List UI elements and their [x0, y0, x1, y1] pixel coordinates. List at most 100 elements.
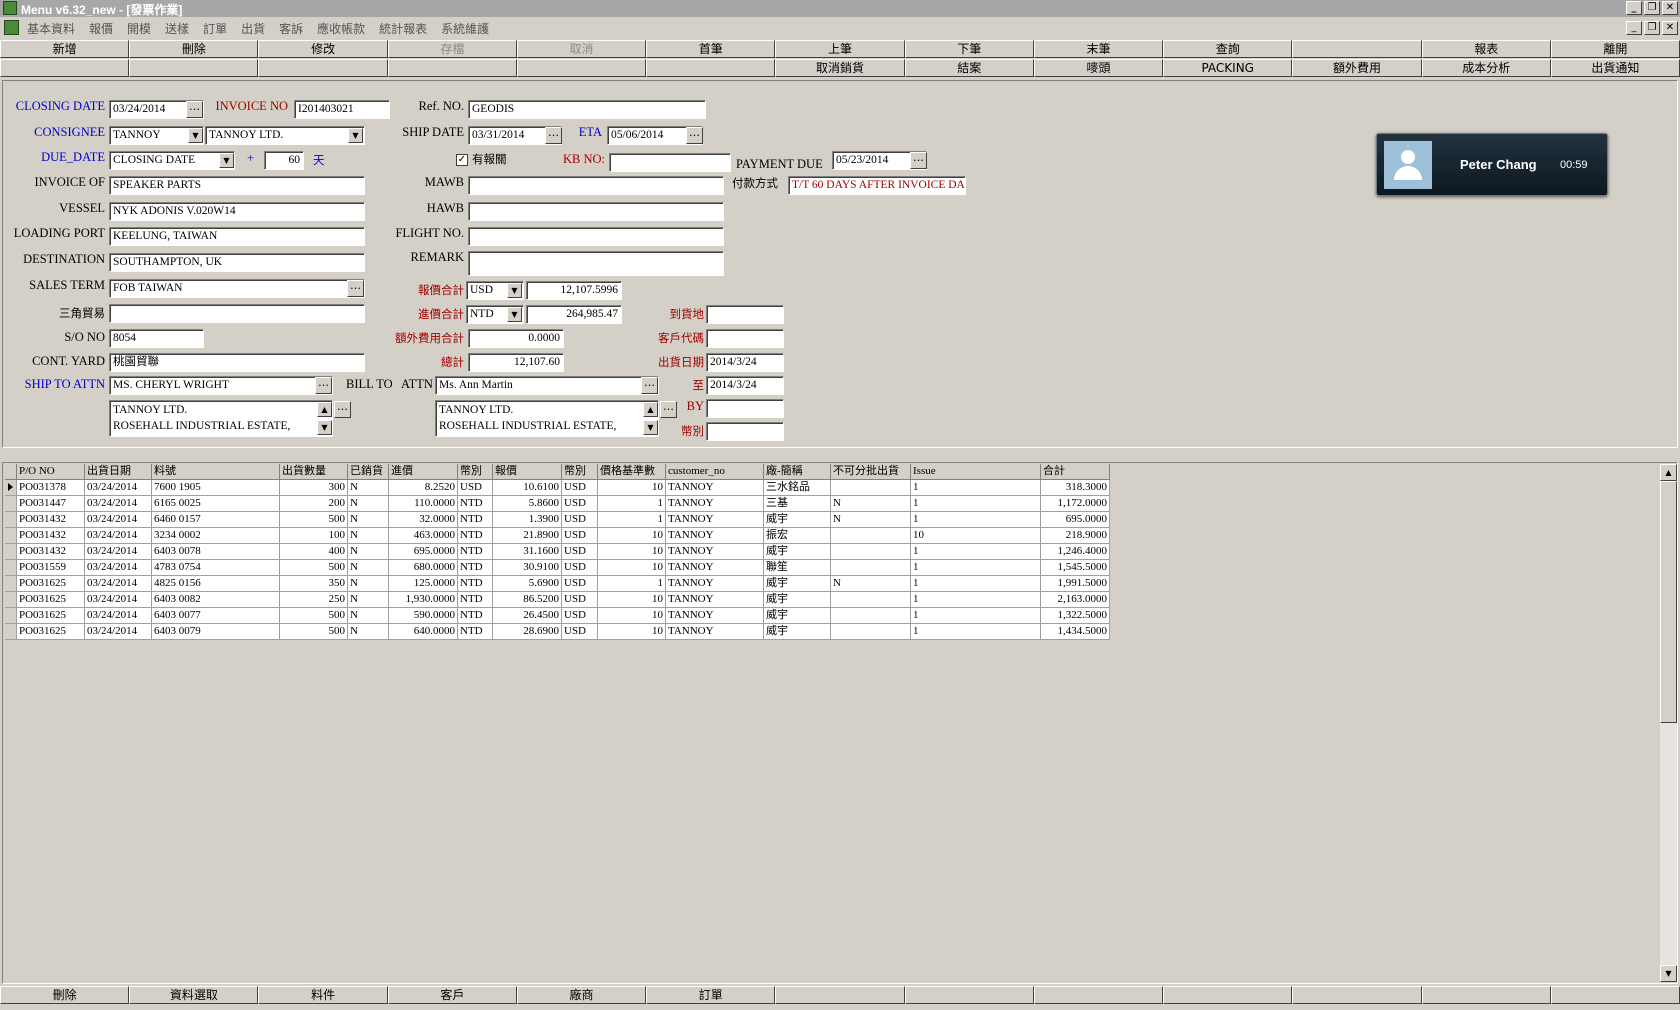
toolbar2-button-12[interactable]: 出貨通知	[1550, 59, 1680, 77]
grid-cell[interactable]: 10.6100	[493, 480, 562, 496]
grid-cell[interactable]: N	[348, 608, 389, 624]
grid-cell[interactable]: 1	[911, 544, 1041, 560]
grand-total-field[interactable]: 12,107.60	[468, 353, 564, 372]
table-row[interactable]: PO031625 03/24/2014 6403 0082 250 N 1,930.000…	[5, 592, 1110, 608]
grid-cell[interactable]: N	[348, 544, 389, 560]
grid-cell[interactable]: 1,991.5000	[1041, 576, 1110, 592]
bottom-button-6[interactable]	[775, 986, 905, 1004]
grid-cell[interactable]: 6403 0078	[152, 544, 280, 560]
grid-cell[interactable]: N	[348, 624, 389, 640]
grid-cell[interactable]: 10	[598, 544, 666, 560]
grid-cell[interactable]: 1,322.5000	[1041, 608, 1110, 624]
grid-cell[interactable]: 400	[280, 544, 348, 560]
grid-cell[interactable]: 125.0000	[389, 576, 458, 592]
toolbar2-button-10[interactable]: 額外費用	[1292, 59, 1422, 77]
grid-cell[interactable]: 1	[911, 480, 1041, 496]
scroll-down-icon[interactable]: ▼	[1660, 965, 1677, 982]
toolbar2-button-11[interactable]: 成本分析	[1421, 59, 1551, 77]
grid-vertical-scrollbar[interactable]: ▲ ▼	[1660, 464, 1677, 982]
mdi-restore-icon[interactable]: ❐	[1644, 21, 1660, 35]
bill-to-address-field[interactable]: TANNOY LTD. ROSEHALL INDUSTRIAL ESTATE,	[435, 400, 659, 437]
grid-cell[interactable]: 威宇	[764, 576, 831, 592]
bottom-button-7[interactable]	[904, 986, 1034, 1004]
grid-cell[interactable]: 1	[911, 560, 1041, 576]
grid-header-cell[interactable]: 進價	[389, 464, 458, 480]
grid-cell[interactable]	[831, 544, 911, 560]
menu-item-7[interactable]: 應收帳款	[317, 20, 365, 37]
ship-to-attn-field[interactable]: MS. CHERYL WRIGHT	[109, 376, 333, 395]
ship-to-address-field[interactable]: TANNOY LTD. ROSEHALL INDUSTRIAL ESTATE,	[109, 400, 333, 437]
grid-header-cell[interactable]: 料號	[152, 464, 280, 480]
toolbar-button-1[interactable]: 刪除	[129, 40, 259, 58]
grid-cell[interactable]: 463.0000	[389, 528, 458, 544]
grid-cell[interactable]: 1	[598, 512, 666, 528]
destination-field[interactable]: SOUTHAMPTON, UK	[109, 253, 365, 272]
menu-item-8[interactable]: 統計報表	[379, 20, 427, 37]
grid-cell[interactable]: NTD	[458, 624, 493, 640]
menu-item-6[interactable]: 客訴	[279, 20, 303, 37]
consignee-code-dropdown-icon[interactable]: ▼	[188, 128, 203, 143]
bottom-button-5[interactable]: 訂單	[646, 986, 776, 1004]
grid-cell[interactable]: USD	[562, 496, 598, 512]
bill-to-attn-picker-button[interactable]: …	[641, 377, 658, 394]
arrival-place-field[interactable]	[706, 305, 784, 324]
grid-cell[interactable]: 4783 0754	[152, 560, 280, 576]
grid-cell[interactable]: 6403 0079	[152, 624, 280, 640]
menu-item-3[interactable]: 送樣	[165, 20, 189, 37]
grid-cell[interactable]: TANNOY	[666, 496, 764, 512]
grid-cell[interactable]: NTD	[458, 528, 493, 544]
grid-cell[interactable]	[831, 592, 911, 608]
grid-cell[interactable]: 聯笙	[764, 560, 831, 576]
bill-to-attn-field[interactable]: Ms. Ann Martin	[435, 376, 659, 395]
grid-cell[interactable]: USD	[562, 576, 598, 592]
grid-cell[interactable]: PO031625	[17, 576, 85, 592]
grid-cell[interactable]: PO031432	[17, 544, 85, 560]
due-date-basis-field[interactable]: CLOSING DATE	[109, 151, 235, 170]
row-indicator[interactable]	[5, 608, 17, 624]
grid-cell[interactable]: PO031447	[17, 496, 85, 512]
ship-to-address-scroll-down-icon[interactable]: ▼	[317, 420, 332, 435]
grid-cell[interactable]: TANNOY	[666, 512, 764, 528]
table-row[interactable]: PO031447 03/24/2014 6165 0025 200 N 110.0000 N…	[5, 496, 1110, 512]
by-field[interactable]	[706, 399, 784, 418]
grid-cell[interactable]: 100	[280, 528, 348, 544]
cost-currency-dropdown-icon[interactable]: ▼	[507, 307, 522, 322]
menu-item-2[interactable]: 開模	[127, 20, 151, 37]
grid-cell[interactable]: N	[348, 560, 389, 576]
grid-cell[interactable]: 4825 0156	[152, 576, 280, 592]
scroll-up-icon[interactable]: ▲	[1660, 464, 1677, 481]
invoice-no-field[interactable]: I201403021	[294, 100, 390, 119]
grid-cell[interactable]: 500	[280, 512, 348, 528]
grid-cell[interactable]: 威宇	[764, 592, 831, 608]
grid-cell[interactable]: 695.0000	[389, 544, 458, 560]
grid-cell[interactable]: 218.9000	[1041, 528, 1110, 544]
toolbar2-button-6[interactable]: 取消銷貨	[775, 59, 905, 77]
grid-cell[interactable]: PO031625	[17, 624, 85, 640]
row-indicator[interactable]	[5, 576, 17, 592]
grid-cell[interactable]: 695.0000	[1041, 512, 1110, 528]
grid-cell[interactable]: NTD	[458, 592, 493, 608]
grid-header-cell[interactable]: 已銷貨	[348, 464, 389, 480]
grid-cell[interactable]: 8.2520	[389, 480, 458, 496]
grid-cell[interactable]: TANNOY	[666, 608, 764, 624]
restore-icon[interactable]: ❐	[1644, 1, 1660, 15]
grid-cell[interactable]: 1,545.5000	[1041, 560, 1110, 576]
menu-item-0[interactable]: 基本資料	[27, 20, 75, 37]
bottom-button-3[interactable]: 客戶	[387, 986, 517, 1004]
grid-cell[interactable]: 350	[280, 576, 348, 592]
toolbar-button-7[interactable]: 下筆	[904, 40, 1034, 58]
grid-cell[interactable]: 三水銘品	[764, 480, 831, 496]
grid-cell[interactable]: 10	[911, 528, 1041, 544]
hawb-field[interactable]	[468, 202, 724, 221]
grid-cell[interactable]: 03/24/2014	[85, 560, 152, 576]
row-indicator[interactable]	[5, 512, 17, 528]
grid-cell[interactable]: 03/24/2014	[85, 496, 152, 512]
toolbar-button-10[interactable]	[1292, 40, 1422, 58]
grid-cell[interactable]: N	[348, 576, 389, 592]
grid-cell[interactable]: NTD	[458, 560, 493, 576]
grid-cell[interactable]: USD	[562, 528, 598, 544]
grid-header-cell[interactable]: 廠-簡稱	[764, 464, 831, 480]
grid-cell[interactable]: 03/24/2014	[85, 528, 152, 544]
bottom-button-11[interactable]	[1421, 986, 1551, 1004]
grid-cell[interactable]: 31.1600	[493, 544, 562, 560]
